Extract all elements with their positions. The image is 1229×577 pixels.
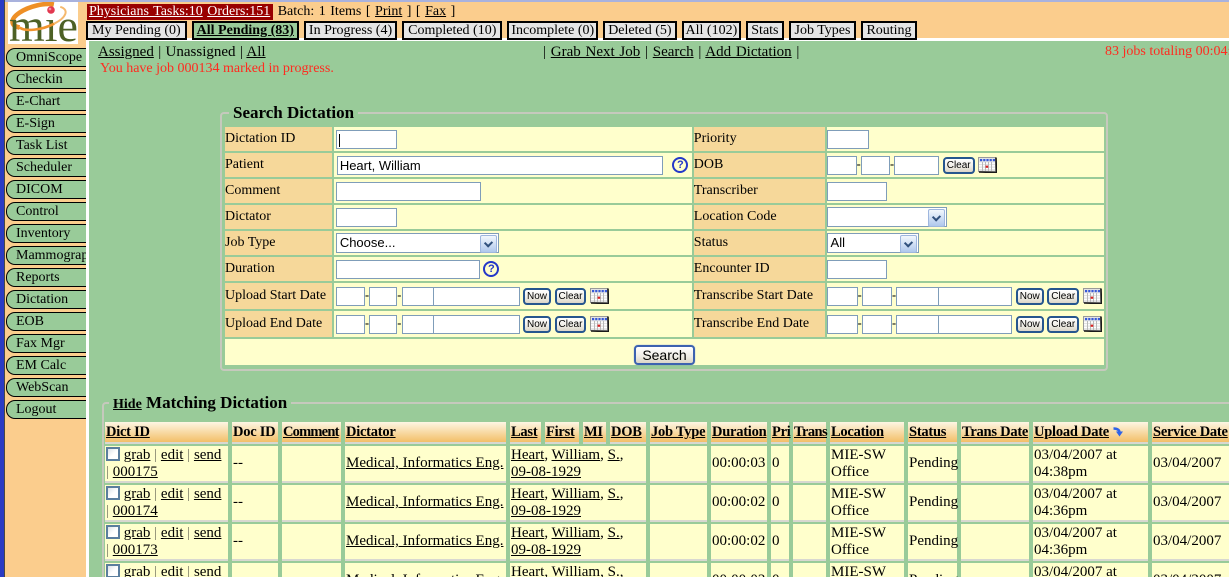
svg-text:mıe: mıe — [9, 2, 78, 44]
